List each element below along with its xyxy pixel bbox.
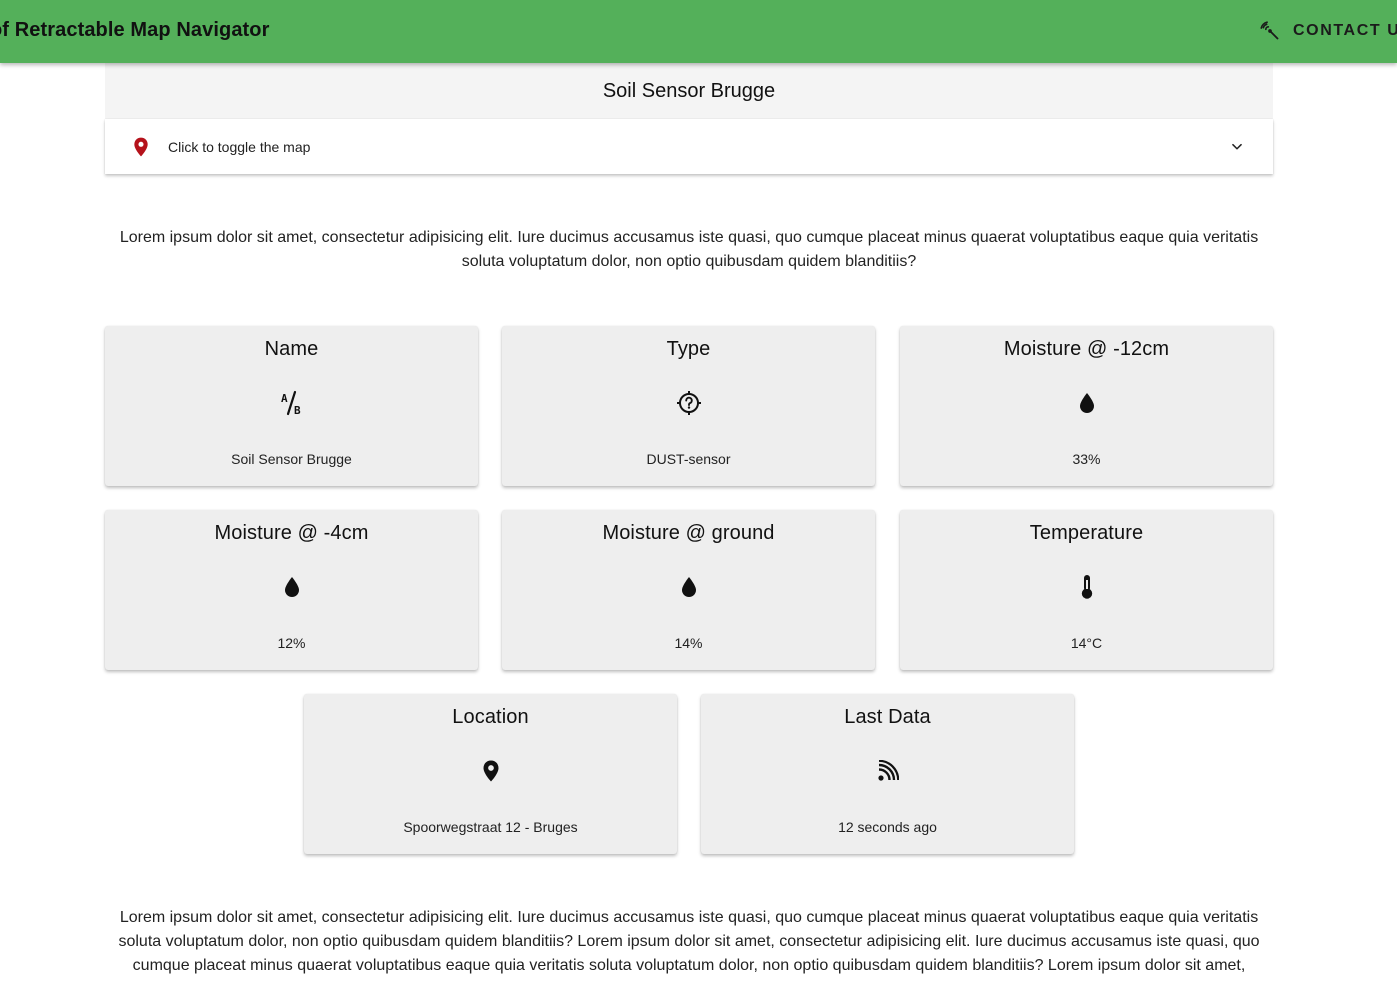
info-card-temperature: Temperature 14°C — [900, 510, 1273, 670]
card-value: 12% — [277, 635, 306, 651]
card-value: Spoorwegstraat 12 - Bruges — [403, 819, 578, 835]
map-pin-icon — [478, 758, 504, 784]
page-title: Soil Sensor Brugge — [602, 79, 776, 102]
card-title: Moisture @ ground — [602, 522, 775, 544]
water-drop-icon — [279, 574, 305, 600]
water-drop-icon — [676, 574, 702, 600]
sensor-header: Soil Sensor Brugge — [105, 63, 1273, 119]
card-value: 14% — [674, 635, 703, 651]
card-value: 12 seconds ago — [838, 819, 937, 835]
water-drop-icon — [1074, 390, 1100, 416]
info-card-type: Type DUST-sensor — [502, 326, 875, 486]
format-text-icon: A B — [279, 390, 305, 416]
intro-paragraph: Lorem ipsum dolor sit amet, consectetur … — [119, 229, 1259, 270]
footer-paragraph: Lorem ipsum dolor sit amet, consectetur … — [118, 909, 1260, 974]
info-card-moisture-4cm: Moisture @ -4cm 12% — [105, 510, 478, 670]
card-value: 33% — [1072, 451, 1101, 467]
svg-text:B: B — [294, 404, 301, 416]
card-title: Last Data — [844, 706, 931, 728]
map-toggle-label: Click to toggle the map — [168, 138, 311, 155]
contact-us-button[interactable]: CONTACT US — [1259, 18, 1397, 44]
rss-feed-icon — [875, 758, 901, 784]
thermometer-icon — [1074, 574, 1100, 600]
card-title: Type — [666, 338, 711, 360]
card-title: Moisture @ -4cm — [214, 522, 369, 544]
card-title: Location — [452, 706, 529, 728]
network-sensor-icon — [1259, 20, 1281, 42]
svg-text:A: A — [281, 392, 288, 405]
map-pin-icon — [131, 136, 151, 158]
card-title: Temperature — [1029, 522, 1144, 544]
app-title: o of Retractable Map Navigator — [0, 19, 270, 41]
info-card-moisture-ground: Moisture @ ground 14% — [502, 510, 875, 670]
top-app-bar: o of Retractable Map Navigator CONTACT U… — [0, 0, 1397, 63]
info-card-moisture-12cm: Moisture @ -12cm 33% — [900, 326, 1273, 486]
card-title: Moisture @ -12cm — [1003, 338, 1170, 360]
card-value: DUST-sensor — [646, 451, 731, 467]
info-card-last-data: Last Data 12 seconds ago — [701, 694, 1074, 854]
card-value: Soil Sensor Brugge — [231, 451, 352, 467]
help-crosshair-icon — [676, 390, 702, 416]
info-card-name: Name A B Soil Sensor Brugge — [105, 326, 478, 486]
contact-us-label: CONTACT US — [1293, 22, 1397, 39]
card-title: Name — [264, 338, 319, 360]
info-card-location: Location Spoorwegstraat 12 - Bruges — [304, 694, 677, 854]
map-toggle-panel[interactable]: Click to toggle the map — [105, 119, 1273, 174]
card-value: 14°C — [1070, 635, 1103, 651]
chevron-down-icon[interactable] — [1227, 137, 1247, 157]
